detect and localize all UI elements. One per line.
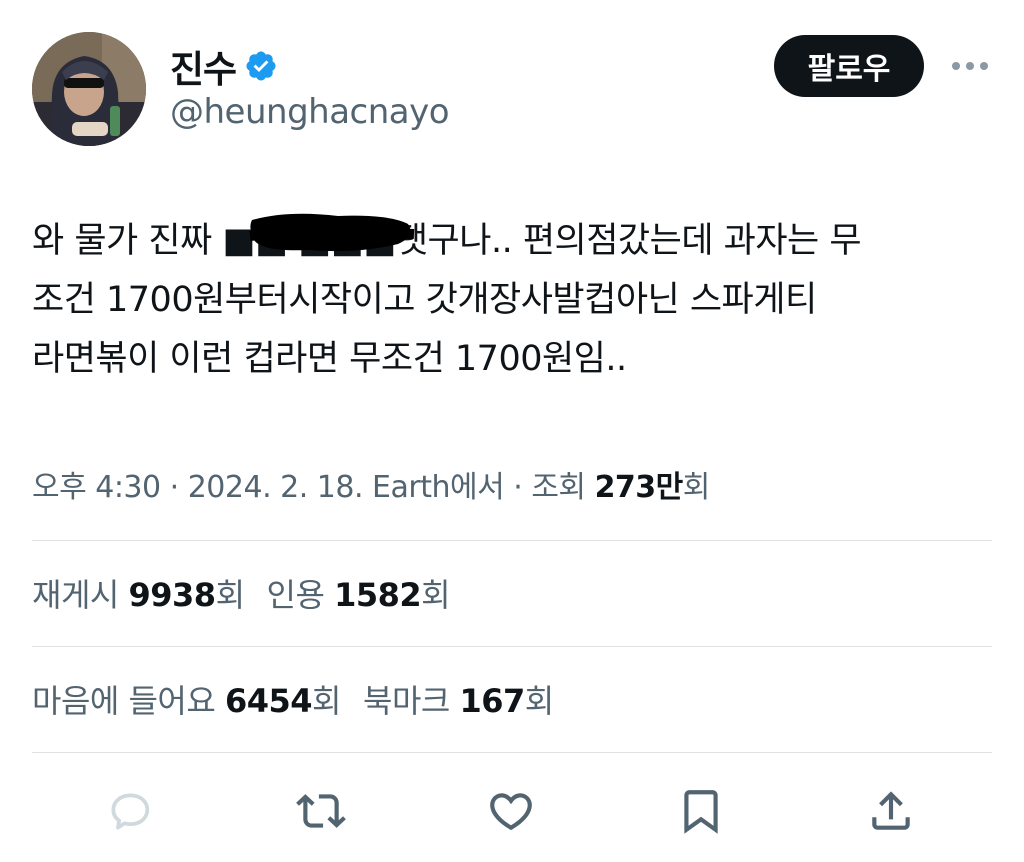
quotes-label: 인용 [266,576,335,614]
divider [32,540,992,541]
retweets-stat[interactable]: 재게시 9938회 [32,570,245,616]
engagement-stats-row: 재게시 9938회 인용 1582회 [32,570,472,616]
author-handle[interactable]: @heunghacnayo [170,92,450,132]
divider [32,646,992,647]
likes-stat[interactable]: 마음에 들어요 6454회 [32,676,341,722]
engagement-stats-row: 마음에 들어요 6454회 북마크 167회 [32,676,576,722]
retweets-count: 9938 [128,576,217,614]
views-suffix: 회 [682,470,711,505]
reply-icon[interactable] [105,786,155,836]
author-display-name[interactable]: 진수 [170,39,237,93]
quotes-suffix: 회 [421,576,451,614]
bookmark-icon[interactable] [676,786,726,836]
likes-count: 6454 [224,682,313,720]
quotes-stat[interactable]: 인용 1582회 [267,570,451,616]
share-icon[interactable] [866,786,916,836]
tweet-time[interactable]: 오후 4:30 [32,470,161,505]
retweets-label: 재게시 [32,576,129,614]
author-name-row[interactable]: 진수 [170,39,278,93]
like-icon[interactable] [486,786,536,836]
tweet-meta: 오후 4:30 · 2024. 2. 18. Earth에서 · 조회 273만… [32,462,710,506]
retweet-icon[interactable] [296,786,346,836]
views-label: 조회 [531,470,595,505]
quotes-count: 1582 [334,576,422,614]
bookmarks-suffix: 회 [524,682,554,720]
views-count: 273만 [594,470,684,505]
retweets-suffix: 회 [215,576,245,614]
verified-badge-icon [246,51,276,81]
meta-separator: · [504,470,532,505]
more-options-icon[interactable] [950,54,990,78]
bookmarks-stat[interactable]: 북마크 167회 [363,676,554,722]
bookmarks-label: 북마크 [363,682,460,720]
bookmarks-count: 167 [459,682,526,720]
likes-label: 마음에 들어요 [32,682,225,720]
follow-button[interactable]: 팔로우 [774,35,924,97]
avatar[interactable] [32,32,146,146]
avatar-image [32,32,146,146]
likes-suffix: 회 [312,682,341,720]
tweet-text: 와 물가 진짜 ■■ ■■■탯구나.. 편의점갔는데 과자는 무 조건 1700… [32,221,862,379]
meta-separator: · [160,470,188,505]
tweet-location: Earth에서 [363,470,505,505]
redaction-scribble [249,213,415,252]
tweet-date[interactable]: 2024. 2. 18. [188,470,364,505]
divider [32,752,992,753]
